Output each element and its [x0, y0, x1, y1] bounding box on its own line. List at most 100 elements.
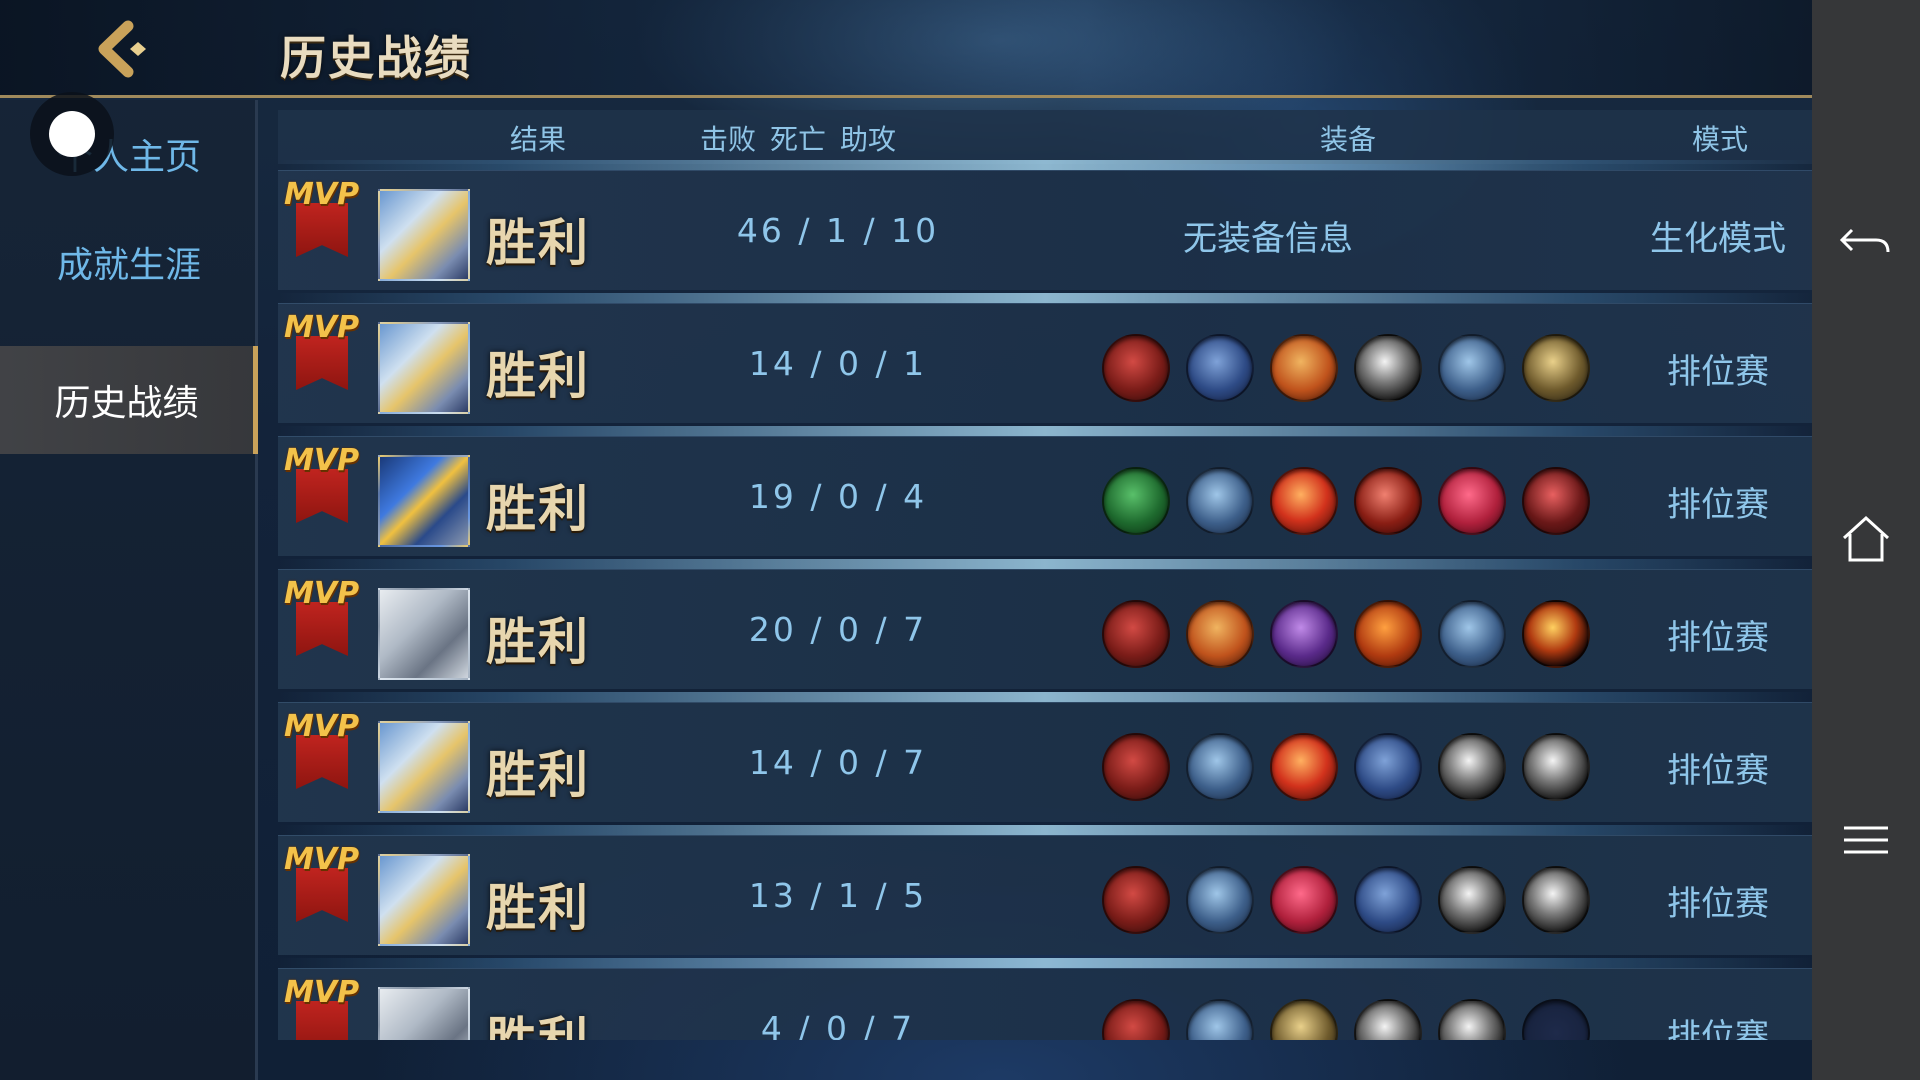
item-armor-blue-icon[interactable] — [1354, 866, 1422, 934]
item-sword-silver-icon[interactable] — [1438, 866, 1506, 934]
table-row[interactable]: MVP 胜利 46 / 1 / 10 无装备信息 生化模式 — [278, 170, 1812, 290]
column-header-assists: 助攻 — [840, 123, 897, 156]
table-row[interactable]: MVP 胜利 14 / 0 / 1 排位赛 — [278, 303, 1812, 423]
result-label: 胜利 — [486, 480, 590, 538]
item-shield-orange-icon[interactable] — [1270, 334, 1338, 402]
item-armor-blue-icon[interactable] — [1354, 733, 1422, 801]
column-header-equipment: 装备 — [1320, 123, 1377, 156]
item-sword-silver-icon[interactable] — [1354, 334, 1422, 402]
hero-avatar[interactable] — [378, 721, 470, 813]
item-boots-green-icon[interactable] — [1102, 467, 1170, 535]
top-bar: 历史战绩 — [0, 0, 1812, 98]
table-header: 结果 击败 死亡 助攻 装备 模式 — [278, 110, 1812, 164]
item-helm-blue-icon[interactable] — [1186, 467, 1254, 535]
mvp-label: MVP — [284, 975, 360, 1010]
item-sword-silver-icon[interactable] — [1438, 733, 1506, 801]
mvp-badge-icon: MVP — [284, 443, 364, 533]
match-history-table: 结果 击败 死亡 助攻 装备 模式 MVP 胜利 46 / 1 / 10 无装备… — [278, 110, 1812, 1040]
column-header-mode: 模式 — [1692, 123, 1749, 156]
kda-value: 14 / 0 / 1 — [748, 344, 928, 383]
sidebar-item-achievements[interactable]: 成就生涯 — [0, 208, 258, 316]
item-spear-crimson-icon[interactable] — [1270, 866, 1338, 934]
kda-value: 13 / 1 / 5 — [748, 876, 928, 915]
item-boots-red-icon[interactable] — [1102, 999, 1170, 1040]
item-boots-red-icon[interactable] — [1102, 600, 1170, 668]
table-row[interactable]: MVP 胜利 20 / 0 / 7 排位赛 — [278, 569, 1812, 689]
game-mode: 排位赛 — [1667, 751, 1769, 791]
table-row[interactable]: MVP 胜利 14 / 0 / 7 排位赛 — [278, 702, 1812, 822]
result-label: 胜利 — [486, 879, 590, 937]
sidebar-item-label: 成就生涯 — [56, 245, 201, 286]
result-label: 胜利 — [486, 214, 590, 272]
hero-avatar[interactable] — [378, 322, 470, 414]
system-navigation-bar — [1812, 0, 1920, 1080]
back-arrow-icon[interactable] — [1834, 208, 1898, 272]
mvp-label: MVP — [284, 177, 360, 212]
column-header-result: 结果 — [510, 123, 567, 156]
back-chevron-icon[interactable] — [88, 20, 158, 78]
page-title: 历史战绩 — [280, 31, 472, 85]
sidebar-item-label: 历史战绩 — [54, 383, 199, 424]
item-boots-red-icon[interactable] — [1102, 866, 1170, 934]
mvp-badge-icon: MVP — [284, 177, 364, 267]
row-divider — [278, 559, 1812, 569]
item-eye-gold-icon[interactable] — [1522, 600, 1590, 668]
column-header-deaths: 死亡 — [770, 123, 827, 156]
game-mode: 生化模式 — [1650, 219, 1786, 259]
mvp-badge-icon: MVP — [284, 576, 364, 666]
mvp-label: MVP — [284, 842, 360, 877]
no-equipment-text: 无装备信息 — [1183, 219, 1353, 259]
hero-avatar[interactable] — [378, 189, 470, 281]
item-helm-blue-icon[interactable] — [1186, 733, 1254, 801]
row-divider — [278, 958, 1812, 968]
item-cross-blades-red-icon[interactable] — [1270, 733, 1338, 801]
item-sword-silver-icon[interactable] — [1522, 733, 1590, 801]
item-cross-blades-red-icon[interactable] — [1270, 467, 1338, 535]
hero-avatar[interactable] — [378, 854, 470, 946]
table-row[interactable]: MVP 胜利 19 / 0 / 4 排位赛 — [278, 436, 1812, 556]
result-label: 胜利 — [486, 613, 590, 671]
mvp-label: MVP — [284, 443, 360, 478]
row-divider — [278, 293, 1812, 303]
item-helm-blue-icon[interactable] — [1438, 600, 1506, 668]
mvp-badge-icon: MVP — [284, 709, 364, 799]
sidebar: 个人主页 成就生涯 历史战绩 — [0, 100, 258, 1080]
item-beast-orange-icon[interactable] — [1354, 600, 1422, 668]
item-boots-red-icon[interactable] — [1102, 334, 1170, 402]
item-empty-slot-icon[interactable] — [1522, 999, 1590, 1040]
result-label: 胜利 — [486, 1001, 590, 1040]
kda-value: 4 / 0 / 7 — [760, 1009, 916, 1040]
hero-avatar[interactable] — [378, 455, 470, 547]
item-shield-orange-icon[interactable] — [1186, 600, 1254, 668]
result-label: 胜利 — [486, 347, 590, 405]
item-claw-red-icon[interactable] — [1522, 467, 1590, 535]
game-mode: 排位赛 — [1667, 618, 1769, 658]
item-sword-silver-icon[interactable] — [1522, 866, 1590, 934]
kda-value: 20 / 0 / 7 — [748, 610, 928, 649]
home-icon[interactable] — [1834, 508, 1898, 572]
item-axe-gold-icon[interactable] — [1522, 334, 1590, 402]
hero-avatar[interactable] — [378, 987, 470, 1040]
table-row[interactable]: MVP 胜利 13 / 1 / 5 排位赛 — [278, 835, 1812, 955]
item-boots-red-icon[interactable] — [1102, 733, 1170, 801]
table-row[interactable]: MVP 胜利 4 / 0 / 7 排位赛 — [278, 968, 1812, 1040]
sidebar-item-history[interactable]: 历史战绩 — [0, 346, 258, 454]
item-spear-crimson-icon[interactable] — [1438, 467, 1506, 535]
mvp-badge-icon: MVP — [284, 842, 364, 932]
hero-avatar[interactable] — [378, 588, 470, 680]
item-sword-silver-icon[interactable] — [1438, 999, 1506, 1040]
item-helm-blue-icon[interactable] — [1186, 866, 1254, 934]
row-divider — [278, 825, 1812, 835]
item-bow-red-icon[interactable] — [1354, 467, 1422, 535]
item-armor-blue-icon[interactable] — [1186, 334, 1254, 402]
mvp-badge-icon: MVP — [284, 310, 364, 400]
item-sword-silver-icon[interactable] — [1354, 999, 1422, 1040]
item-mask-purple-icon[interactable] — [1270, 600, 1338, 668]
item-axe-gold-icon[interactable] — [1270, 999, 1338, 1040]
item-helm-blue-icon[interactable] — [1438, 334, 1506, 402]
column-header-kills: 击败 — [700, 123, 757, 156]
menu-icon[interactable] — [1834, 808, 1898, 872]
kda-value: 19 / 0 / 4 — [748, 477, 928, 516]
item-helm-blue-icon[interactable] — [1186, 999, 1254, 1040]
floating-assist-button[interactable] — [30, 92, 114, 176]
